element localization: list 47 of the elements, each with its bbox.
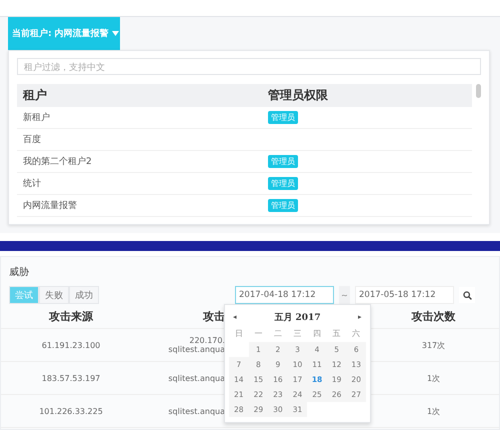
admin-tag: 管理员 — [268, 199, 298, 212]
filter-tab[interactable]: 失败 — [39, 286, 69, 304]
admin-tag: 管理员 — [268, 111, 298, 124]
tenant-row[interactable]: 新租户 管理员 — [17, 107, 472, 129]
admin-tag: 管理员 — [268, 177, 298, 190]
tenant-name: 新租户 — [23, 112, 51, 124]
table-cell: 101.226.33.225 — [39, 406, 103, 416]
filter-field[interactable]: 租户过滤，支持中文 — [17, 58, 481, 75]
range-separator: ~ — [339, 286, 350, 304]
weekday-label: 六 — [351, 328, 362, 340]
column-header: 管理员权限 — [268, 87, 329, 104]
table-cell: 1次 — [426, 406, 440, 416]
filter-tab[interactable]: 成功 — [69, 286, 99, 304]
column-header: 攻击来源 — [1, 305, 141, 329]
tenant-name: 百度 — [23, 134, 42, 146]
caret-icon — [112, 31, 119, 36]
tenant-name: 我的第二个租户2 — [23, 156, 93, 168]
panel-title: 威胁 — [8, 266, 30, 280]
tenant-row[interactable]: 内网流量报警 管理员 — [17, 195, 472, 217]
month-title: 五月 2017 — [274, 312, 321, 324]
column-header: 租户 — [23, 87, 48, 104]
table-cell: 317次 — [422, 340, 446, 350]
column-header: 攻击次数 — [391, 305, 476, 329]
weekday-label: 一 — [253, 328, 264, 340]
tenant-name: 内网流量报警 — [23, 200, 78, 212]
search-icon — [462, 290, 472, 300]
tenant-row[interactable]: 统计 管理员 — [17, 173, 472, 195]
weekday-label: 日 — [234, 328, 244, 340]
admin-tag: 管理员 — [268, 155, 298, 168]
tenant-row[interactable]: 百度 — [17, 129, 472, 151]
table-cell: sqlitest.anqua — [168, 374, 225, 382]
weekday-label: 四 — [312, 328, 322, 340]
table-cell: sqlitest.anqua — [168, 406, 225, 416]
start-date-field[interactable]: 2017-04-18 17:12 — [235, 286, 334, 304]
weekday-label: 二 — [272, 328, 283, 340]
end-date-field[interactable]: 2017-05-18 17:12 — [355, 286, 454, 304]
search-button[interactable] — [459, 287, 475, 303]
table-cell: 61.191.23.100 — [42, 340, 100, 350]
table-cell: 1次 — [426, 372, 440, 384]
table-cell: sqlitest.anqua — [168, 345, 225, 354]
weekday-label: 五 — [332, 328, 342, 340]
table-cell: 220.170. — [189, 336, 225, 345]
scrollbar[interactable] — [476, 84, 481, 98]
tenant-name: 统计 — [23, 178, 42, 190]
table-cell: 183.57.53.197 — [42, 374, 100, 382]
tenant-row[interactable]: 我的第二个租户2 管理员 — [17, 151, 472, 173]
weekday-label: 三 — [292, 328, 302, 340]
